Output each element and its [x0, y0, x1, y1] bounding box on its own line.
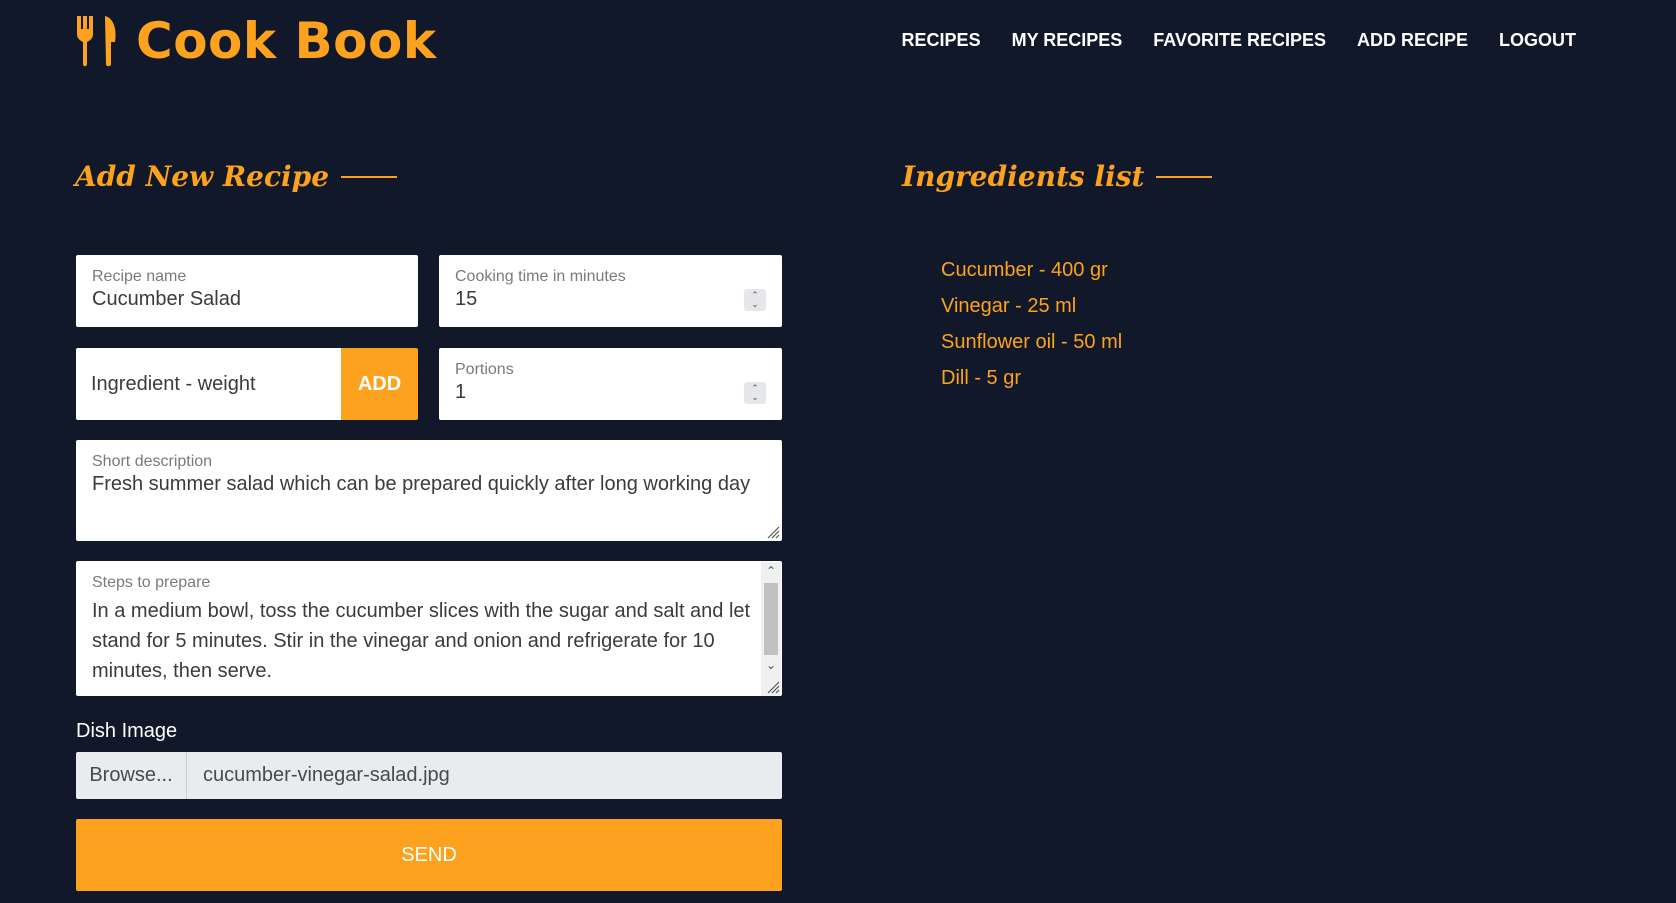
- main-nav: RECIPES MY RECIPES FAVORITE RECIPES ADD …: [902, 30, 1576, 51]
- file-name: cucumber-vinegar-salad.jpg: [203, 764, 450, 786]
- cooking-time-stepper[interactable]: ⌃ ⌄: [744, 289, 766, 311]
- chevron-down-icon[interactable]: ⌄: [761, 658, 781, 672]
- logo[interactable]: Cook Book: [75, 12, 437, 70]
- short-description-value[interactable]: Fresh summer salad which can be prepared…: [92, 473, 766, 496]
- cooking-time-value[interactable]: 15: [455, 288, 766, 311]
- recipe-name-value[interactable]: Cucumber Salad: [92, 288, 402, 311]
- chevron-down-icon[interactable]: ⌄: [751, 300, 759, 309]
- steps-field[interactable]: Steps to prepare In a medium bowl, toss …: [76, 561, 782, 696]
- ingredients-list: Cucumber - 400 gr Vinegar - 25 ml Sunflo…: [941, 256, 1122, 400]
- recipe-name-label: Recipe name: [92, 268, 187, 285]
- send-button[interactable]: SEND: [76, 819, 782, 891]
- list-item: Cucumber - 400 gr: [941, 259, 1108, 281]
- nav-favorite-recipes[interactable]: FAVORITE RECIPES: [1153, 30, 1326, 51]
- ingredients-title: Ingredients list: [902, 160, 1145, 193]
- chevron-up-icon[interactable]: ⌃: [761, 564, 781, 578]
- steps-label: Steps to prepare: [92, 574, 211, 591]
- heading-divider: [1156, 175, 1213, 178]
- ingredient-input[interactable]: Ingredient - weight: [76, 348, 341, 420]
- recipe-name-field[interactable]: Recipe name Cucumber Salad: [76, 255, 418, 327]
- cooking-time-field[interactable]: Cooking time in minutes 15 ⌃ ⌄: [439, 255, 782, 327]
- portions-value[interactable]: 1: [455, 381, 766, 404]
- list-item: Sunflower oil - 50 ml: [941, 331, 1123, 353]
- ingredients-heading: Ingredients list: [902, 160, 1213, 193]
- dish-image-label: Dish Image: [76, 720, 178, 742]
- nav-recipes[interactable]: RECIPES: [902, 30, 981, 51]
- resize-handle-icon[interactable]: [764, 523, 780, 539]
- short-description-field[interactable]: Short description Fresh summer salad whi…: [76, 440, 782, 541]
- cooking-time-label: Cooking time in minutes: [455, 268, 626, 285]
- browse-button[interactable]: Browse...: [76, 752, 187, 799]
- portions-field[interactable]: Portions 1 ⌃ ⌄: [439, 348, 782, 420]
- add-recipe-heading: Add New Recipe: [75, 160, 398, 193]
- nav-add-recipe[interactable]: ADD RECIPE: [1357, 30, 1468, 51]
- dish-image-input[interactable]: Browse... cucumber-vinegar-salad.jpg: [76, 752, 782, 799]
- portions-stepper[interactable]: ⌃ ⌄: [744, 382, 766, 404]
- fork-knife-icon: [77, 16, 116, 67]
- chevron-down-icon[interactable]: ⌄: [751, 393, 759, 402]
- portions-label: Portions: [455, 361, 514, 378]
- nav-logout[interactable]: LOGOUT: [1499, 30, 1576, 51]
- add-recipe-title: Add New Recipe: [75, 160, 330, 193]
- steps-scrollbar[interactable]: ⌃ ⌄: [761, 562, 781, 696]
- heading-divider: [341, 175, 398, 178]
- add-ingredient-button[interactable]: ADD: [341, 348, 418, 420]
- resize-handle-icon[interactable]: [764, 678, 780, 694]
- list-item: Vinegar - 25 ml: [941, 295, 1077, 317]
- nav-my-recipes[interactable]: MY RECIPES: [1012, 30, 1123, 51]
- short-description-label: Short description: [92, 453, 213, 470]
- list-item: Dill - 5 gr: [941, 367, 1022, 389]
- steps-value[interactable]: In a medium bowl, toss the cucumber slic…: [92, 596, 752, 686]
- scrollbar-thumb[interactable]: [764, 583, 778, 655]
- logo-text: Cook Book: [136, 12, 437, 70]
